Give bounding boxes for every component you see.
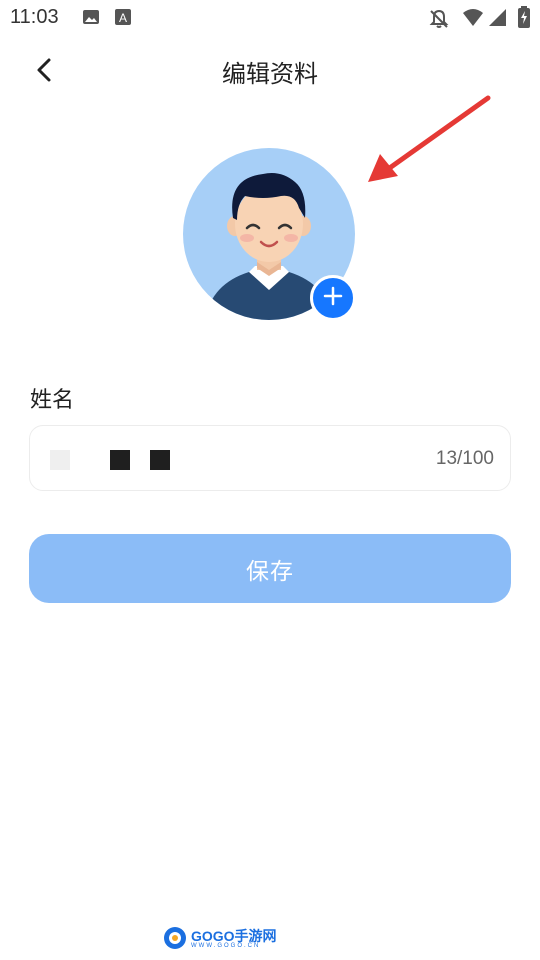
font-a-icon: A [114, 8, 132, 30]
name-value-redacted [50, 450, 190, 470]
image-icon [82, 8, 100, 30]
header: 编辑资料 [0, 40, 540, 100]
page-title: 编辑资料 [222, 60, 318, 88]
name-label: 姓名 [30, 388, 75, 413]
status-time: 11:03 [10, 6, 59, 28]
redaction-block [110, 450, 130, 470]
battery-charging-icon [518, 6, 530, 32]
add-avatar-button[interactable] [310, 275, 356, 321]
redaction-block [150, 450, 170, 470]
svg-text:A: A [119, 11, 127, 25]
red-arrow-icon [360, 92, 495, 191]
watermark-sub: WWW.GOGO.CN [191, 943, 261, 949]
avatar-container[interactable] [183, 148, 356, 321]
status-bar: 11:03 A [0, 0, 540, 38]
plus-icon [322, 285, 344, 311]
signal-icon [488, 8, 508, 32]
redaction-block [50, 450, 70, 470]
char-counter: 13/100 [435, 448, 494, 469]
name-input[interactable]: 13/100 [29, 425, 511, 491]
gogo-logo-icon [163, 926, 189, 954]
bell-off-icon [428, 8, 450, 34]
wifi-icon [462, 8, 484, 32]
save-button[interactable]: 保存 [29, 534, 511, 603]
